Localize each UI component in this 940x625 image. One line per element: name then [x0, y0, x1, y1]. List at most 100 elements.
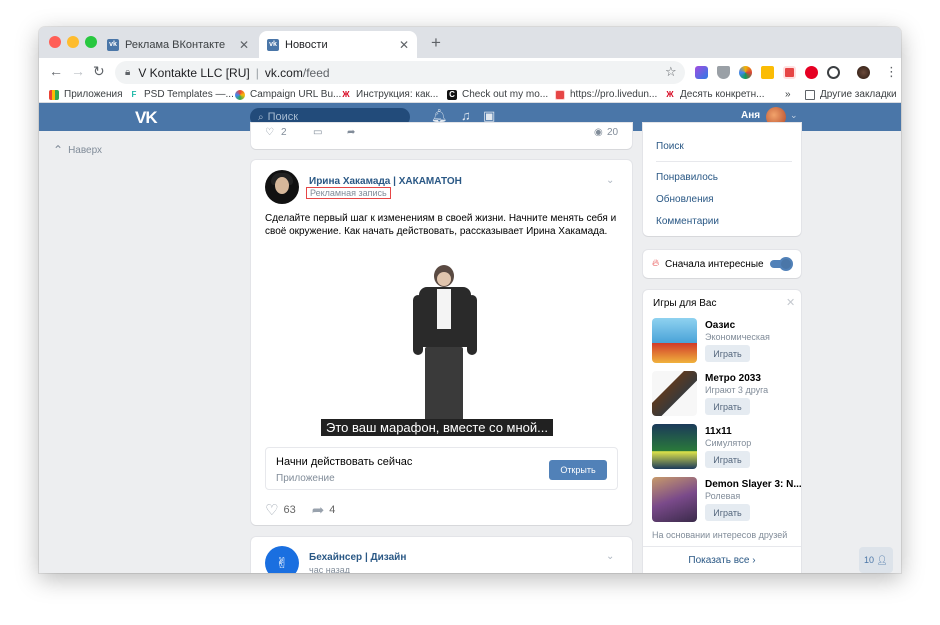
minimize-window-button[interactable]: [67, 36, 79, 48]
bookmark-item[interactable]: Ж Инструкция: как...: [341, 89, 438, 100]
tab-strip: vk Реклама ВКонтакте ✕ vk Новости ✕ +: [39, 27, 901, 58]
filter-liked[interactable]: Понравилось: [656, 172, 718, 183]
bookmark-label: Инструкция: как...: [356, 89, 439, 100]
views-count: 20: [607, 127, 619, 138]
game-thumbnail[interactable]: [652, 371, 697, 416]
bookmark-item[interactable]: Ж Десять конкретн...: [665, 89, 764, 100]
close-icon[interactable]: ✕: [786, 296, 795, 309]
figure-face: [437, 272, 451, 286]
bookmark-star-icon[interactable]: ☆: [665, 64, 677, 80]
block-icon[interactable]: [827, 66, 840, 79]
play-button[interactable]: Играть: [705, 504, 750, 521]
game-name[interactable]: Оазис: [705, 320, 735, 331]
extension-feather-icon[interactable]: [695, 66, 708, 79]
like-heart-icon[interactable]: ♡: [265, 501, 278, 519]
author-avatar[interactable]: [265, 170, 299, 204]
open-app-button[interactable]: Открыть: [549, 460, 607, 480]
post-menu-chevron-icon[interactable]: ⌄: [606, 175, 614, 186]
user-name[interactable]: Аня: [741, 110, 760, 121]
menu-kebab-icon[interactable]: ⋮: [885, 64, 898, 80]
comment-icon[interactable]: ▭: [313, 127, 322, 138]
chevron-down-icon[interactable]: ⌄: [790, 110, 798, 121]
bookmark-item[interactable]: C Check out my mo...: [447, 89, 548, 100]
bookmark-item[interactable]: Campaign URL Bu...: [235, 89, 341, 100]
post-actions: ♡ 63 ➦ 4: [265, 501, 351, 519]
vk-logo[interactable]: VK: [135, 108, 158, 128]
notifications-bell-icon[interactable]: 🔔︎: [431, 108, 448, 124]
extension-shield-icon[interactable]: [717, 66, 730, 79]
reload-icon[interactable]: ↻: [93, 63, 105, 80]
pinterest-icon[interactable]: [805, 66, 818, 79]
game-genre: Ролевая: [705, 491, 741, 501]
play-button[interactable]: Играть: [705, 345, 750, 362]
play-button[interactable]: Играть: [705, 451, 750, 468]
filter-comments[interactable]: Комментарии: [656, 216, 719, 227]
game-thumbnail[interactable]: [652, 424, 697, 469]
forward-arrow-icon[interactable]: →: [71, 63, 85, 79]
tab-news[interactable]: vk Новости ✕: [259, 31, 417, 58]
like-count: 63: [283, 504, 296, 516]
share-arrow-icon[interactable]: ➦: [312, 501, 325, 519]
post-video[interactable]: Это ваш марафон, вместе со мной...: [251, 249, 632, 443]
bookmark-item[interactable]: https://pro.livedun...: [555, 89, 657, 100]
browser-toolbar: ← → ↻ 🔒︎ V Kontakte LLC [RU] | vk.com/fe…: [39, 58, 901, 87]
online-count: 10: [864, 555, 875, 565]
bookmark-item[interactable]: F PSD Templates —...: [129, 89, 234, 100]
profile-avatar[interactable]: [857, 66, 870, 79]
game-item: 11x11 Симулятор Играть: [652, 424, 800, 472]
bookmark-item[interactable]: Приложения: [49, 89, 123, 100]
game-name[interactable]: Метро 2033: [705, 373, 761, 384]
post-time: час назад: [309, 565, 350, 573]
games-recommendation-note: На основании интересов друзей: [652, 530, 788, 540]
extension-w-icon[interactable]: [761, 66, 774, 79]
tab-close-icon[interactable]: ✕: [239, 38, 249, 52]
divider: [656, 161, 792, 162]
filter-updates[interactable]: Обновления: [656, 194, 714, 205]
show-all-games-link[interactable]: Показать все ›: [643, 555, 801, 566]
game-item: Demon Slayer 3: N... Ролевая Играть: [652, 477, 802, 525]
extension-red-square-icon[interactable]: [783, 66, 796, 79]
address-bar[interactable]: 🔒︎ V Kontakte LLC [RU] | vk.com/feed: [115, 61, 685, 84]
post-author-link[interactable]: Бехайнсер | Дизайн: [309, 552, 406, 563]
bookmark-label: PSD Templates —...: [144, 89, 234, 100]
filter-search[interactable]: Поиск: [656, 141, 684, 152]
video-player-icon[interactable]: ▣: [483, 108, 495, 124]
extension-color-icon[interactable]: [739, 66, 752, 79]
post-text: Сделайте первый шаг к изменениям в своей…: [265, 213, 617, 237]
play-button[interactable]: Играть: [705, 398, 750, 415]
livedune-icon: [555, 89, 565, 100]
game-name[interactable]: Demon Slayer 3: N...: [705, 479, 802, 490]
game-item: Оазис Экономическая Играть: [652, 318, 800, 366]
back-to-top-label: Наверх: [68, 144, 103, 156]
bookmark-item[interactable]: Другие закладки: [805, 89, 897, 100]
game-thumbnail[interactable]: [652, 477, 697, 522]
author-avatar[interactable]: ✌: [265, 546, 299, 573]
search-placeholder: Поиск: [267, 111, 299, 123]
back-arrow-icon[interactable]: ←: [49, 63, 63, 79]
sort-toggle[interactable]: [770, 257, 793, 271]
tab-close-icon[interactable]: ✕: [399, 38, 409, 52]
game-thumbnail[interactable]: [652, 318, 697, 363]
post-menu-chevron-icon[interactable]: ⌄: [606, 551, 614, 562]
video-person-figure: [411, 265, 481, 435]
game-name[interactable]: 11x11: [705, 426, 732, 437]
new-tab-plus-icon[interactable]: +: [431, 33, 441, 53]
vk-favicon-icon: vk: [107, 38, 119, 51]
share-arrow-icon[interactable]: ➦: [347, 127, 355, 138]
url-path: /feed: [302, 65, 330, 80]
hh-icon: Ж: [342, 89, 350, 99]
share-count: 4: [329, 504, 336, 516]
maximize-window-button[interactable]: [85, 36, 97, 48]
tab-vk-ads[interactable]: vk Реклама ВКонтакте ✕: [99, 31, 257, 58]
post-author-link[interactable]: Ирина Хакамада | ХАКАМАТОН: [309, 176, 462, 187]
c-logo-icon: C: [447, 89, 457, 100]
bookmarks-more-icon[interactable]: »: [785, 89, 791, 100]
music-note-icon[interactable]: ♫: [461, 108, 471, 123]
online-friends-button[interactable]: 10 👤︎: [859, 547, 893, 573]
back-to-top-link[interactable]: ⌃ Наверх: [53, 143, 102, 157]
like-heart-icon[interactable]: ♡: [265, 127, 274, 138]
post-cta-block: Начни действовать сейчас Приложение Откр…: [265, 447, 618, 490]
close-window-button[interactable]: [49, 36, 61, 48]
tab-label: Новости: [285, 38, 328, 51]
views-eye-icon: ◉: [594, 127, 603, 138]
